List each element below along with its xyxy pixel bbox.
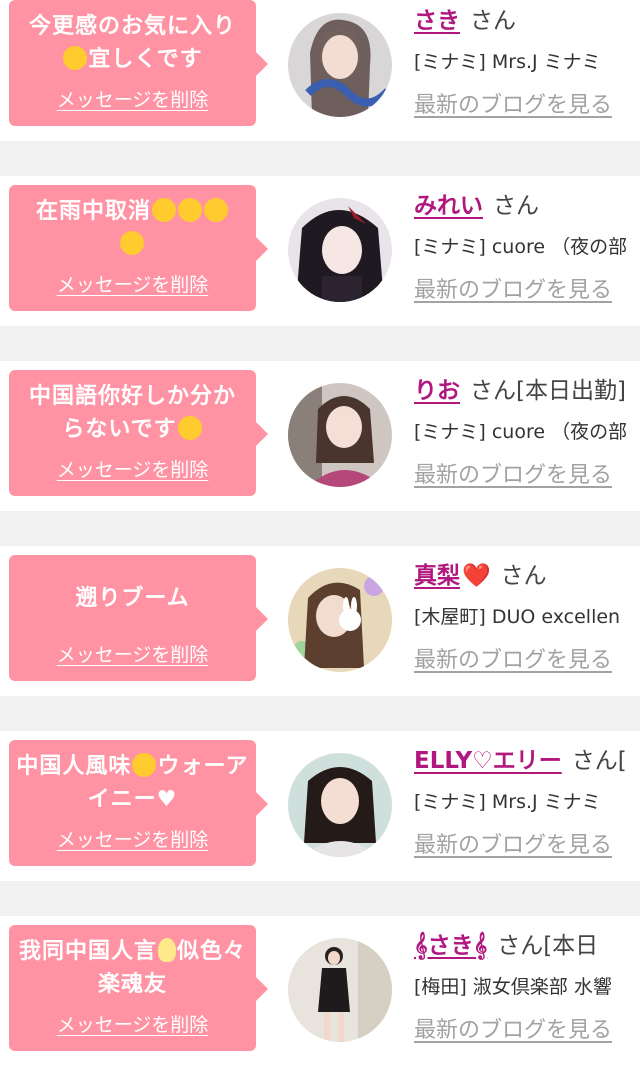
honorific: さん[本日出勤] [470, 378, 626, 404]
avatar-photo [288, 198, 392, 302]
latest-blog-link[interactable]: 最新のブログを見る [414, 642, 612, 674]
name-line: りお さん[本日出勤] [414, 371, 626, 405]
profile-name-link[interactable]: みれい [414, 193, 483, 219]
profile-name-link[interactable]: 𝄞さき𝄞 [414, 933, 487, 959]
message-text-part: 宜しくです [88, 47, 203, 72]
avatar-photo [288, 938, 392, 1042]
message-text-part: 遡りブーム [75, 585, 190, 611]
message-bubble: 中国人風味 ウォーアイニー♥ メッセージを削除 [9, 740, 268, 866]
message-card: 在雨中取消 メッセージを削除 みれい さん [ミナミ] cuore （夜の部 最新… [0, 176, 640, 326]
delete-message-link[interactable]: メッセージを削除 [9, 270, 256, 297]
message-card: 今更感のお気に入り宜しくです メッセージを削除 さき さん [ミナミ] Mrs.J… [0, 0, 640, 141]
name-line: みれい さん [414, 186, 539, 220]
profile-info: さき さん [ミナミ] Mrs.J ミナミ 最新のブログを見る [414, 0, 640, 141]
avatar-photo [288, 568, 392, 672]
message-text-part: 我同中国人言 [18, 939, 157, 964]
delete-message-link[interactable]: メッセージを削除 [9, 1010, 256, 1037]
message-text: 今更感のお気に入り宜しくです [15, 8, 250, 78]
profile-info: 真梨❤️ さん [木屋町] DUO excellen 最新のブログを見る [414, 546, 640, 696]
crying-face-emoji-icon [204, 198, 228, 222]
message-bubble: 遡りブーム メッセージを削除 [9, 555, 268, 681]
rolling-laugh-emoji-icon [63, 46, 88, 70]
honorific: さん[本日 [497, 933, 599, 959]
profile-name-link[interactable]: さき [414, 8, 460, 34]
message-bubble: 我同中国人言 似色々楽魂友 メッセージを削除 [9, 925, 268, 1051]
name-line: ELLY♡エリー さん[ [414, 741, 627, 775]
shop-label: [木屋町] DUO excellen [414, 606, 621, 628]
avatar[interactable] [288, 13, 392, 117]
delete-message-link[interactable]: メッセージを削除 [9, 640, 256, 667]
latest-blog-link[interactable]: 最新のブログを見る [414, 1012, 612, 1044]
message-text: 中国語你好しか分からないです [15, 378, 250, 448]
avatar-photo [288, 753, 392, 857]
shop-label: [ミナミ] Mrs.J ミナミ [414, 51, 601, 73]
crying-face-emoji-icon [178, 198, 202, 222]
message-card: 我同中国人言 似色々楽魂友 メッセージを削除 𝄞さき𝄞 さん[本日 [梅田] 淑女倶… [0, 916, 640, 1066]
avatar[interactable] [288, 383, 392, 487]
message-text: 我同中国人言 似色々楽魂友 [15, 933, 250, 1003]
honorific: さん [500, 563, 547, 589]
profile-name-link[interactable]: りお [414, 378, 460, 404]
honorific: さん [470, 8, 516, 34]
rolling-laugh-emoji-icon [177, 416, 202, 440]
honorific: さん[ [571, 748, 627, 774]
crying-face-emoji-icon [120, 231, 145, 255]
latest-blog-link[interactable]: 最新のブログを見る [414, 457, 612, 489]
delete-message-link[interactable]: メッセージを削除 [9, 455, 256, 482]
avatar[interactable] [288, 198, 392, 302]
avatar-photo [288, 13, 392, 117]
shop-label: [ミナミ] cuore （夜の部 [414, 421, 628, 443]
honorific: さん [493, 193, 539, 219]
red-heart-emoji-icon: ❤️ [462, 563, 491, 589]
message-card: 遡りブーム メッセージを削除 真梨❤️ さん [木屋町] DUO excellen… [0, 546, 640, 696]
shop-label: [ミナミ] Mrs.J ミナミ [414, 791, 601, 813]
profile-info: みれい さん [ミナミ] cuore （夜の部 最新のブログを見る [414, 176, 640, 326]
latest-blog-link[interactable]: 最新のブログを見る [414, 827, 612, 859]
delete-message-link[interactable]: メッセージを削除 [9, 85, 256, 112]
profile-info: りお さん[本日出勤] [ミナミ] cuore （夜の部 最新のブログを見る [414, 361, 640, 511]
message-text-part: 在雨中取消 [35, 199, 151, 224]
avatar-photo [288, 383, 392, 487]
message-text-part: らないです [62, 417, 177, 442]
avatar[interactable] [288, 753, 392, 857]
message-text-part: 中国人風味 [16, 754, 132, 779]
name-line: さき さん [414, 1, 516, 35]
light-bulb-emoji-icon [158, 938, 176, 962]
grinning-squint-emoji-icon [132, 753, 157, 777]
avatar[interactable] [288, 938, 392, 1042]
latest-blog-link[interactable]: 最新のブログを見る [414, 272, 612, 304]
delete-message-link[interactable]: メッセージを削除 [9, 825, 256, 852]
message-text: 遡りブーム [15, 563, 250, 633]
message-card: 中国語你好しか分からないです メッセージを削除 りお さん[本日出勤] [ミナミ]… [0, 361, 640, 511]
weary-face-emoji-icon [152, 198, 176, 222]
profile-name-link[interactable]: ELLY♡エリー [414, 748, 562, 774]
message-text: 在雨中取消 [15, 193, 250, 263]
message-text: 中国人風味 ウォーアイニー♥ [15, 748, 250, 818]
message-text-part: 中国語你好しか分か [28, 384, 236, 409]
shop-label: [ミナミ] cuore （夜の部 [414, 236, 628, 258]
name-line: 真梨❤️ さん [414, 556, 547, 590]
profile-info: 𝄞さき𝄞 さん[本日 [梅田] 淑女倶楽部 水響 最新のブログを見る [414, 916, 640, 1066]
profile-name-link[interactable]: 真梨 [414, 563, 460, 589]
message-bubble: 今更感のお気に入り宜しくです メッセージを削除 [9, 0, 268, 126]
avatar[interactable] [288, 568, 392, 672]
latest-blog-link[interactable]: 最新のブログを見る [414, 87, 612, 119]
message-bubble: 在雨中取消 メッセージを削除 [9, 185, 268, 311]
message-text-part: 今更感のお気に入り [28, 14, 236, 39]
message-bubble: 中国語你好しか分からないです メッセージを削除 [9, 370, 268, 496]
message-card: 中国人風味 ウォーアイニー♥ メッセージを削除 ELLY♡エリー さん[ [ミナミ]… [0, 731, 640, 881]
profile-info: ELLY♡エリー さん[ [ミナミ] Mrs.J ミナミ 最新のブログを見る [414, 731, 640, 881]
name-line: 𝄞さき𝄞 さん[本日 [414, 926, 598, 960]
shop-label: [梅田] 淑女倶楽部 水響 [414, 976, 612, 998]
